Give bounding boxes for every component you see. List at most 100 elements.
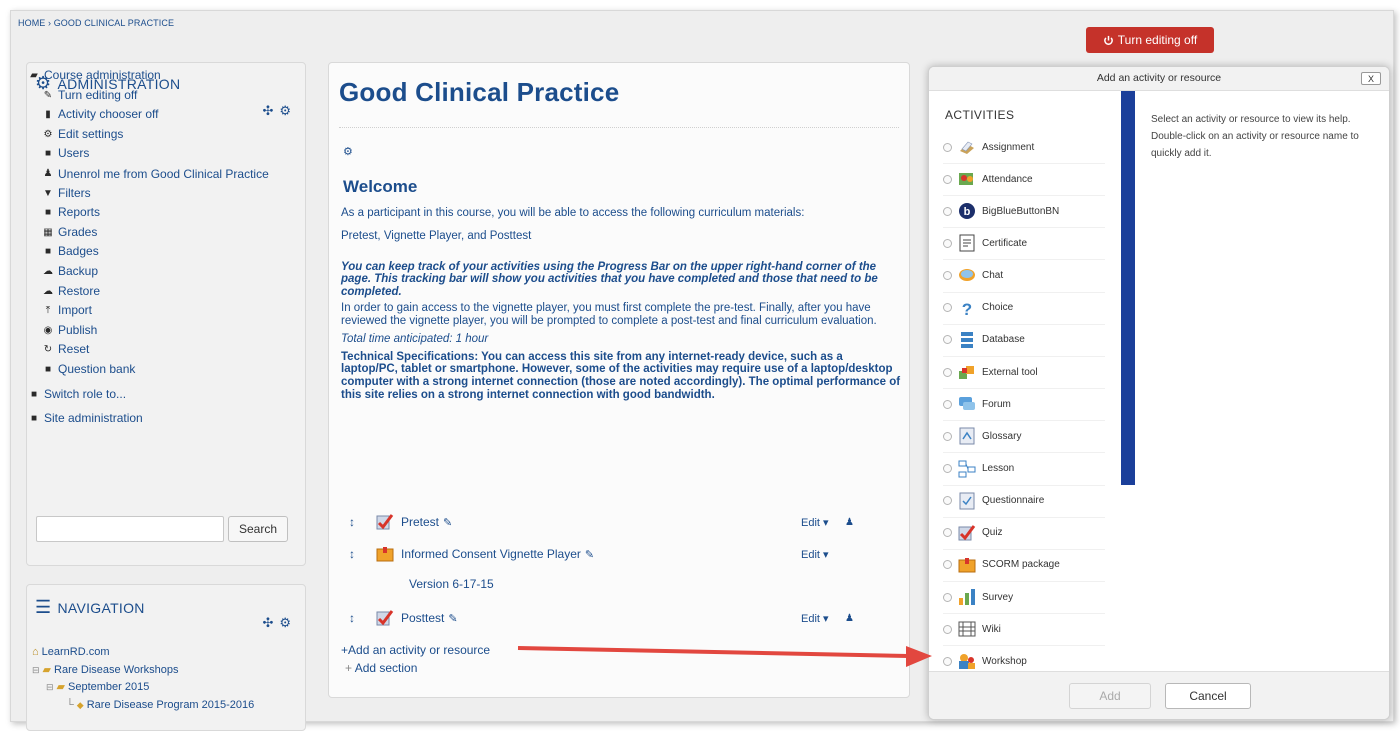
option-radio[interactable] bbox=[943, 238, 952, 248]
user-icon[interactable]: ♟ bbox=[845, 613, 854, 624]
activity-row-pretest[interactable]: ↕ Pretest ✎ Edit ▾ ♟ bbox=[349, 511, 854, 533]
admin-search-button[interactable]: Search bbox=[228, 516, 288, 542]
activity-option-scorm-package[interactable]: SCORM package bbox=[943, 553, 1103, 577]
menu-item-users[interactable]: ■ Users bbox=[28, 144, 278, 164]
upload-icon: ⤒ bbox=[45, 305, 51, 317]
menu-item-turn-editing-off[interactable]: ✎ Turn editing off bbox=[28, 86, 278, 106]
activity-option-workshop[interactable]: Workshop bbox=[943, 649, 1103, 673]
option-radio[interactable] bbox=[943, 560, 952, 570]
nav-item-learnrd[interactable]: ⌂ LearnRD.com bbox=[32, 644, 254, 662]
move-icon[interactable]: ✣ bbox=[262, 615, 273, 631]
activity-option-assignment[interactable]: Assignment bbox=[943, 135, 1103, 159]
option-radio[interactable] bbox=[943, 303, 952, 313]
option-radio[interactable] bbox=[943, 142, 952, 152]
option-radio[interactable] bbox=[943, 624, 952, 634]
add-section-link[interactable]: + Add section bbox=[345, 661, 417, 675]
menu-item-question-bank[interactable]: ■ Question bank bbox=[28, 360, 278, 380]
workshop-icon bbox=[957, 651, 977, 671]
edit-menu[interactable]: Edit ▾ bbox=[801, 516, 829, 529]
admin-search-input[interactable] bbox=[36, 516, 224, 542]
menu-item-publish[interactable]: ◉ Publish bbox=[28, 321, 278, 341]
cancel-button[interactable]: Cancel bbox=[1165, 683, 1251, 709]
add-button[interactable]: Add bbox=[1069, 683, 1151, 709]
activity-option-external-tool[interactable]: External tool bbox=[943, 360, 1103, 384]
option-radio[interactable] bbox=[943, 174, 952, 184]
scorm-package-icon bbox=[376, 547, 394, 562]
breadcrumb[interactable]: HOME › GOOD CLINICAL PRACTICE bbox=[18, 18, 174, 28]
switch-role-node[interactable]: ■ Switch role to... bbox=[28, 385, 278, 405]
edit-section-gear-icon[interactable]: ⚙ bbox=[343, 145, 353, 158]
folder-icon: ■ bbox=[44, 207, 52, 219]
user-icon: ♟ bbox=[43, 167, 53, 179]
questionnaire-icon bbox=[957, 491, 977, 511]
activity-row-posttest[interactable]: ↕ Posttest ✎ Edit ▾ ♟ bbox=[349, 607, 854, 629]
nav-item-rare-disease-program[interactable]: └ ◆ Rare Disease Program 2015-2016 bbox=[32, 697, 254, 715]
site-administration-node[interactable]: ■ Site administration bbox=[28, 409, 278, 429]
activity-option-survey[interactable]: Survey bbox=[943, 585, 1103, 609]
move-handle-icon[interactable]: ↕ bbox=[349, 515, 361, 529]
activity-option-lesson[interactable]: Lesson bbox=[943, 457, 1103, 481]
activity-option-forum[interactable]: Forum bbox=[943, 392, 1103, 416]
option-radio[interactable] bbox=[943, 464, 952, 473]
option-radio[interactable] bbox=[943, 367, 952, 377]
activity-option-quiz[interactable]: Quiz bbox=[943, 521, 1103, 545]
option-label: Survey bbox=[982, 591, 1014, 603]
menu-item-activity-chooser-off[interactable]: ▮ Activity chooser off bbox=[28, 105, 278, 125]
activity-option-wiki[interactable]: Wiki bbox=[943, 617, 1103, 641]
menu-item-badges[interactable]: ■ Badges bbox=[28, 242, 278, 262]
add-activity-link[interactable]: +Add an activity or resource bbox=[341, 643, 490, 657]
user-icon[interactable]: ♟ bbox=[845, 517, 854, 528]
activity-option-chat[interactable]: Chat bbox=[943, 264, 1103, 288]
activity-option-questionnaire[interactable]: Questionnaire bbox=[943, 489, 1103, 513]
course-icon: ◆ bbox=[76, 699, 84, 710]
option-label: Lesson bbox=[982, 463, 1015, 474]
edit-menu[interactable]: Edit ▾ bbox=[801, 548, 829, 561]
option-radio[interactable] bbox=[943, 496, 952, 506]
menu-item-reset[interactable]: ↻ Reset bbox=[28, 340, 278, 360]
option-radio[interactable] bbox=[943, 271, 952, 281]
option-radio[interactable] bbox=[943, 206, 952, 216]
file-icon: ▮ bbox=[45, 109, 51, 121]
close-button[interactable]: X bbox=[1361, 72, 1381, 85]
menu-item-reports[interactable]: ■ Reports bbox=[28, 203, 278, 223]
activity-option-glossary[interactable]: Glossary bbox=[943, 424, 1103, 448]
option-radio[interactable] bbox=[943, 656, 952, 666]
menu-item-restore[interactable]: ☁ Restore bbox=[28, 282, 278, 302]
pencil-icon[interactable]: ✎ bbox=[585, 548, 594, 561]
activity-option-bigbluebuttonbn[interactable]: b BigBlueButtonBN bbox=[943, 199, 1103, 223]
gear-icon[interactable]: ⚙ bbox=[279, 615, 291, 631]
gear-icon[interactable]: ⚙ bbox=[279, 103, 291, 119]
activity-row-vignette-player[interactable]: ↕ Informed Consent Vignette Player ✎ Edi… bbox=[349, 543, 849, 565]
edit-menu[interactable]: Edit ▾ bbox=[801, 612, 829, 625]
choice-icon: ? bbox=[957, 298, 977, 318]
menu-item-import[interactable]: ⤒ Import bbox=[28, 301, 278, 321]
pencil-icon[interactable]: ✎ bbox=[448, 612, 457, 625]
menu-item-filters[interactable]: ▼ Filters bbox=[28, 184, 278, 204]
option-radio[interactable] bbox=[943, 528, 952, 538]
activity-option-certificate[interactable]: Certificate bbox=[943, 231, 1103, 255]
move-handle-icon[interactable]: ↕ bbox=[349, 547, 361, 561]
nav-item-september-2015[interactable]: ⊟ ▰ September 2015 bbox=[32, 679, 254, 697]
database-icon bbox=[957, 330, 977, 350]
activity-option-database[interactable]: Database bbox=[943, 328, 1103, 352]
menu-item-unenrol[interactable]: ♟ Unenrol me from Good Clinical Practice bbox=[28, 164, 278, 184]
menu-item-backup[interactable]: ☁ Backup bbox=[28, 262, 278, 282]
option-radio[interactable] bbox=[943, 399, 952, 409]
turn-editing-off-button[interactable]: Turn editing off bbox=[1086, 27, 1214, 53]
folder-icon: ▰ bbox=[56, 681, 66, 693]
course-administration-node[interactable]: ▰ Course administration bbox=[28, 66, 278, 86]
nav-item-rare-disease-workshops[interactable]: ⊟ ▰ Rare Disease Workshops bbox=[32, 662, 254, 680]
pencil-icon[interactable]: ✎ bbox=[443, 516, 452, 529]
option-radio[interactable] bbox=[943, 431, 952, 441]
option-divider bbox=[943, 163, 1105, 164]
scorm-package-icon bbox=[957, 555, 977, 575]
menu-item-edit-settings[interactable]: ⚙ Edit settings bbox=[28, 125, 278, 145]
menu-item-grades[interactable]: ▦ Grades bbox=[28, 223, 278, 243]
activity-option-choice[interactable]: ? Choice bbox=[943, 296, 1103, 320]
move-handle-icon[interactable]: ↕ bbox=[349, 611, 361, 625]
activity-option-attendance[interactable]: Attendance bbox=[943, 167, 1103, 191]
folder-icon: ▰ bbox=[42, 663, 52, 676]
option-radio[interactable] bbox=[943, 592, 952, 602]
option-radio[interactable] bbox=[943, 335, 952, 345]
dialog-footer: Add Cancel bbox=[929, 671, 1389, 719]
